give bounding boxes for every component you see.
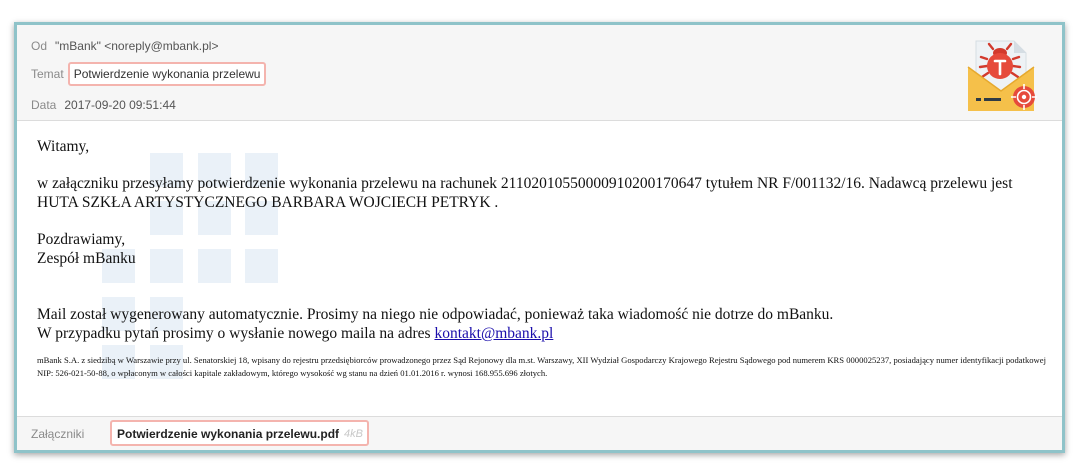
legal-footer: mBank S.A. z siedzibą w Warszawie przy u…	[37, 355, 1046, 378]
from-label: Od	[31, 39, 48, 53]
date-value: 2017-09-20 09:51:44	[64, 98, 176, 112]
greeting: Witamy,	[37, 138, 90, 155]
auto-notice: Mail został wygenerowany automatycznie. …	[37, 306, 834, 323]
transfer-paragraph: w załączniku przesyłamy potwierdzenie wy…	[37, 175, 1013, 211]
regards: Pozdrawiamy,	[37, 231, 126, 248]
email-window: Od "mBank" <noreply@mbank.pl> Temat Potw…	[14, 22, 1065, 453]
from-row: Od "mBank" <noreply@mbank.pl>	[31, 39, 218, 53]
contact-link[interactable]: kontakt@mbank.pl	[434, 325, 553, 342]
subject-value: Potwierdzenie wykonania przelewu	[67, 62, 267, 86]
contact-line: W przypadku pytań prosimy o wysłanie now…	[37, 324, 1047, 343]
attachment-size: 4kB	[344, 428, 364, 440]
email-body: Witamy, w załączniku przesyłamy potwierd…	[17, 121, 1062, 417]
attachment-item[interactable]: Potwierdzenie wykonania przelewu.pdf 4kB	[110, 420, 370, 446]
attachment-name: Potwierdzenie wykonania przelewu.pdf	[117, 427, 340, 441]
malware-envelope-icon	[967, 40, 1037, 111]
attachments-label: Załączniki	[31, 427, 85, 441]
email-header: Od "mBank" <noreply@mbank.pl> Temat Potw…	[17, 25, 1062, 121]
subject-row: Temat Potwierdzenie wykonania przelewu	[31, 62, 267, 86]
signature: Zespół mBanku	[37, 250, 136, 267]
date-label: Data	[31, 98, 57, 112]
contact-text: W przypadku pytań prosimy o wysłanie now…	[37, 325, 431, 342]
date-row: Data 2017-09-20 09:51:44	[31, 98, 176, 112]
attachments-bar: Załączniki Potwierdzenie wykonania przel…	[17, 416, 1062, 450]
subject-label: Temat	[31, 67, 64, 81]
message-text: Witamy, w załączniku przesyłamy potwierd…	[37, 137, 1047, 380]
from-value[interactable]: "mBank" <noreply@mbank.pl>	[55, 39, 218, 53]
